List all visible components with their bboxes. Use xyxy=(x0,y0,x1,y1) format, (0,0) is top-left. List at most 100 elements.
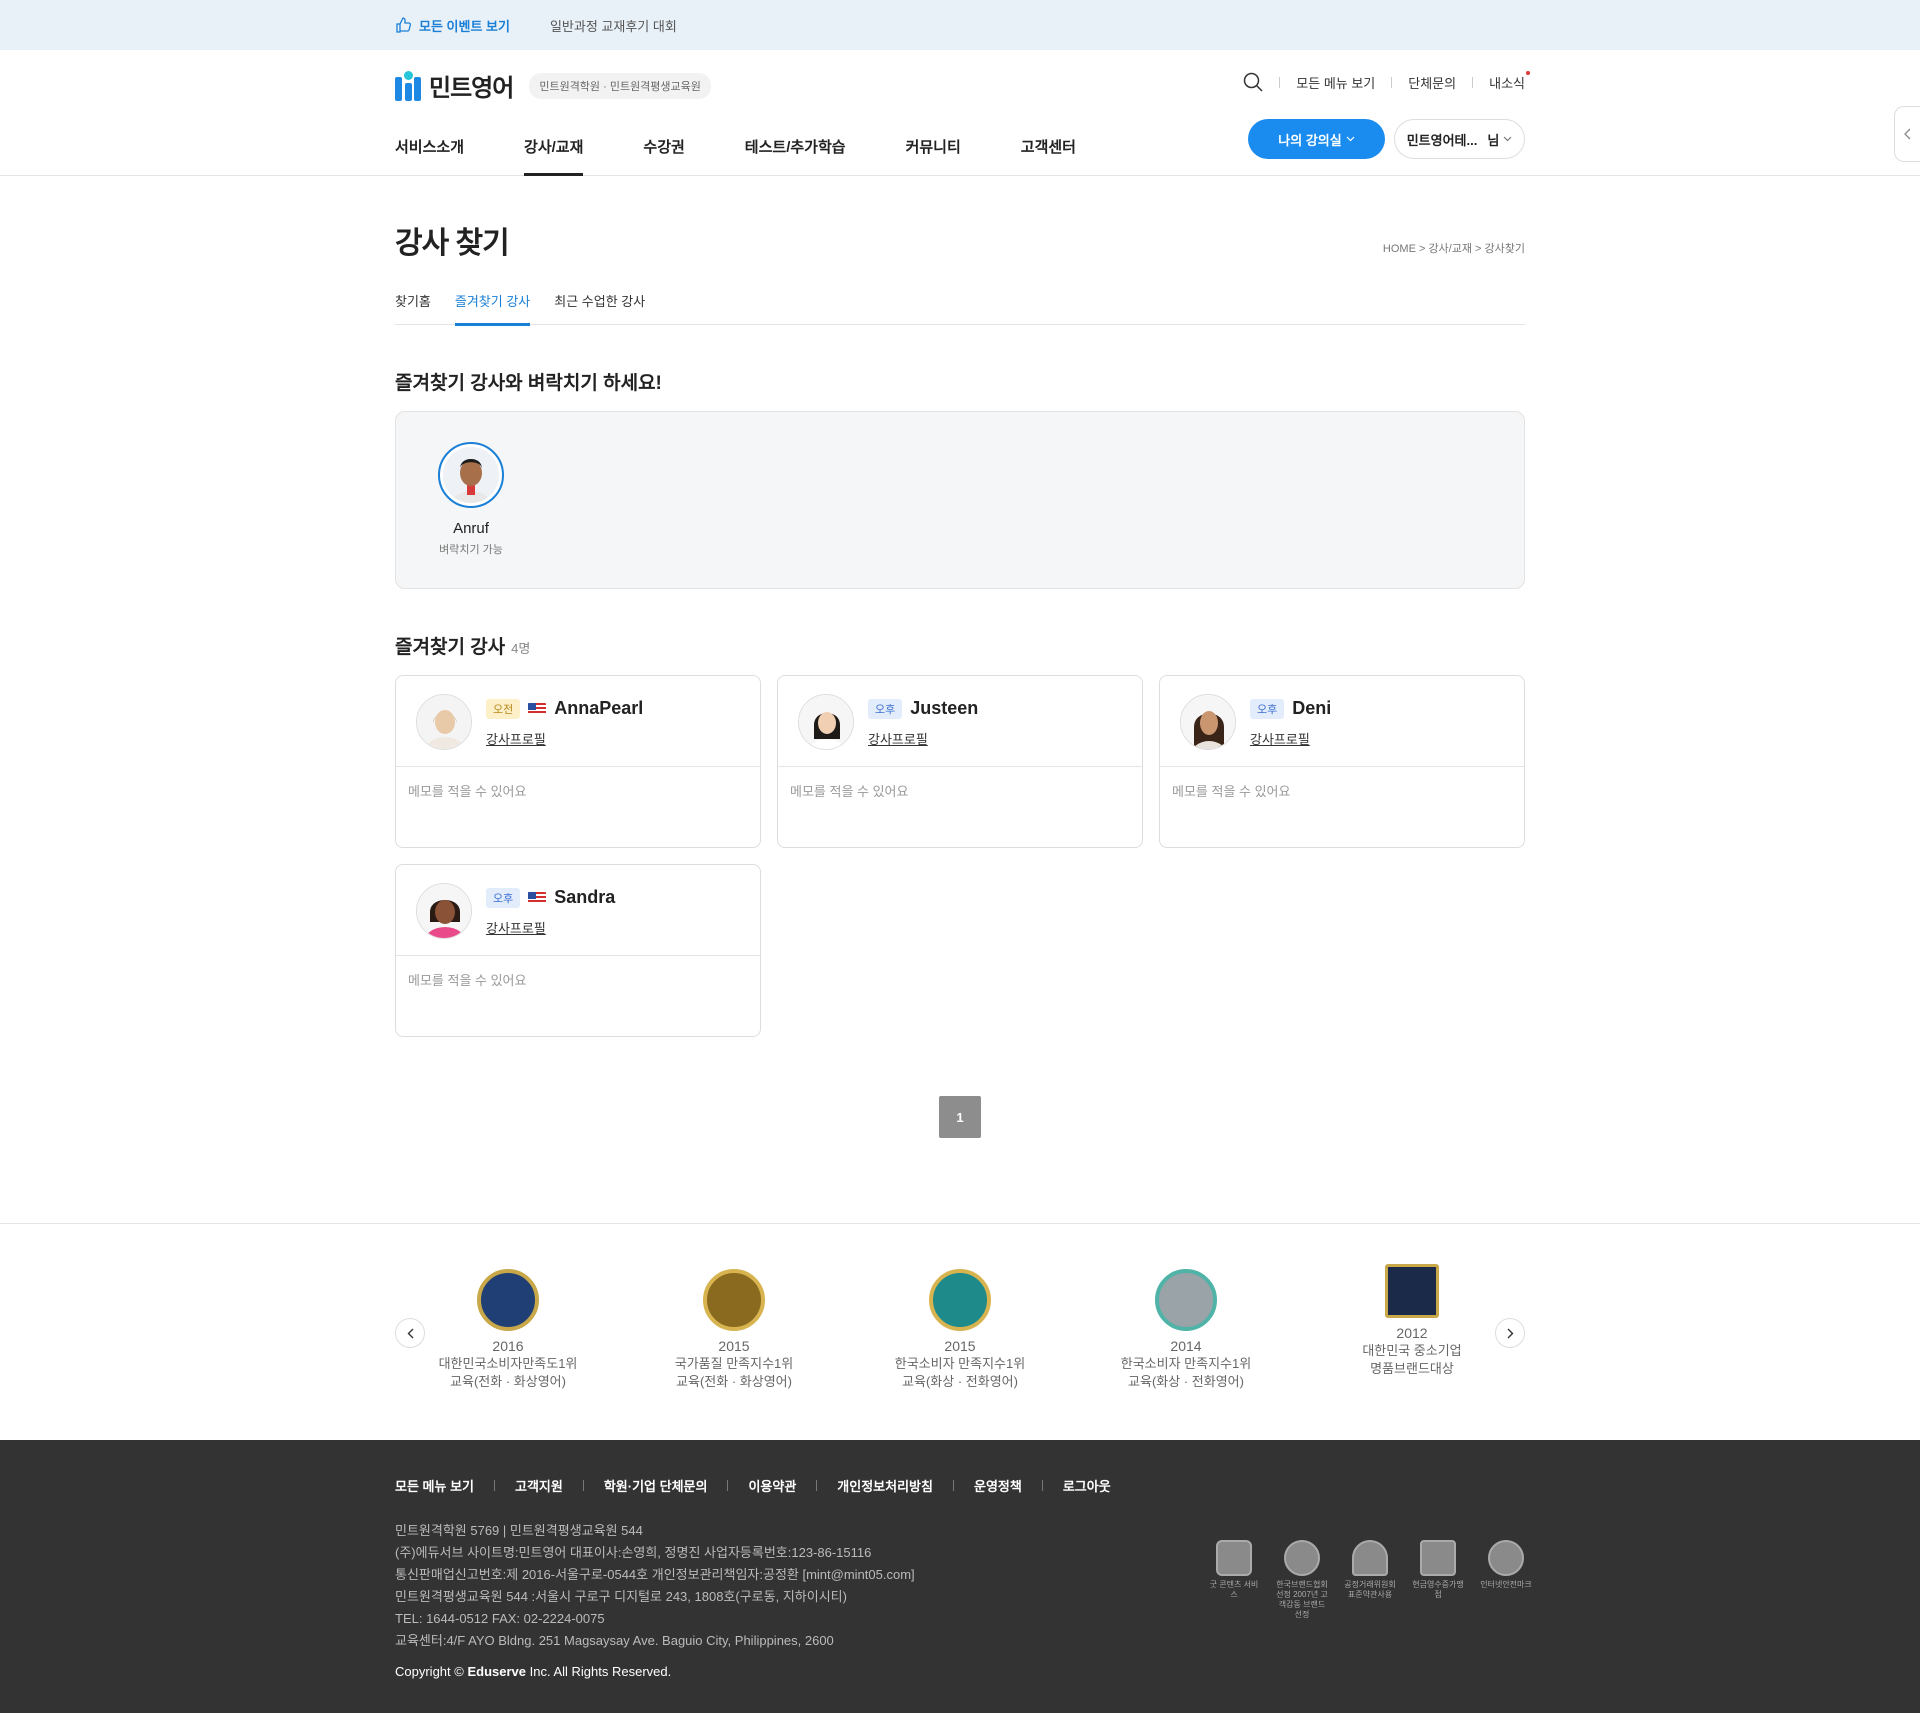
time-badge: 오후 xyxy=(1250,698,1285,719)
cert-brand-icon: 한국브랜드협회선정 2007년 고객감동 브랜드선정 xyxy=(1276,1540,1328,1620)
all-events-link[interactable]: 모든 이벤트 보기 xyxy=(395,16,510,35)
footer-link-policy[interactable]: 운영정책 xyxy=(974,1476,1022,1495)
award-title: 국가품질 만족지수1위 xyxy=(674,1356,794,1371)
carousel-next-button[interactable] xyxy=(1495,1318,1525,1348)
memo-input[interactable]: 메모를 적을 수 있어요 xyxy=(408,781,526,800)
copyright: Copyright © Eduserve Inc. All Rights Res… xyxy=(395,1664,672,1679)
logo-text: 민트영어 xyxy=(429,75,514,102)
nav-test[interactable]: 테스트/추가학습 xyxy=(745,136,846,176)
awards-carousel: 2016 대한민국소비자만족도1위 교육(전화 · 화상영어) 2015 국가품… xyxy=(0,1223,1920,1440)
cert-internet-safety-icon: 인터넷안전마크 xyxy=(1480,1540,1532,1620)
main-nav: 서비스소개 강사/교재 수강권 테스트/추가학습 커뮤니티 고객센터 xyxy=(395,136,1136,176)
top-banner: 모든 이벤트 보기 일반과정 교재후기 대회 xyxy=(0,0,1920,50)
logo-subtitle: 민트원격학원 · 민트원격평생교육원 xyxy=(529,72,711,99)
award-item: 2015 한국소비자 만족지수1위 교육(화상 · 전화영어) xyxy=(875,1269,1045,1391)
teacher-status: 벼락치기 가능 xyxy=(439,544,503,556)
teacher-profile-link[interactable]: 강사프로필 xyxy=(486,918,546,937)
teacher-profile-link[interactable]: 강사프로필 xyxy=(868,729,928,748)
chevron-down-icon xyxy=(1346,136,1355,142)
us-flag-icon xyxy=(528,702,547,715)
footer-link-all-menu[interactable]: 모든 메뉴 보기 xyxy=(395,1476,474,1495)
logo[interactable]: 민트영어 민트원격학원 · 민트원격평생교육원 xyxy=(395,68,711,103)
nav-service[interactable]: 서비스소개 xyxy=(395,136,464,176)
teacher-avatar xyxy=(416,694,472,750)
site-footer: 모든 메뉴 보기 고객지원 학원·기업 단체문의 이용약관 개인정보처리방침 운… xyxy=(0,1440,1920,1713)
footer-link-logout[interactable]: 로그아웃 xyxy=(1063,1476,1111,1495)
teacher-avatar xyxy=(798,694,854,750)
chevron-left-icon xyxy=(407,1328,413,1338)
search-icon[interactable] xyxy=(1243,72,1263,92)
cert-cash-receipt-icon: 현금영수증가맹점 xyxy=(1412,1540,1464,1620)
award-category: 교육(화상 · 전화영어) xyxy=(902,1374,1018,1389)
tab-favorite-teachers[interactable]: 즐겨찾기 강사 xyxy=(454,285,531,326)
breadcrumb: HOME > 강사/교재 > 강사찾기 xyxy=(1382,243,1525,255)
nav-community[interactable]: 커뮤니티 xyxy=(906,136,961,176)
award-year: 2016 xyxy=(492,1338,524,1354)
award-year: 2015 xyxy=(944,1338,976,1354)
teacher-card: 오후 Justeen 강사프로필 메모를 적을 수 있어요 xyxy=(777,675,1143,848)
user-name: 민트영어테... xyxy=(1406,132,1478,148)
cram-teacher-panel: Anruf 벼락치기 가능 xyxy=(395,411,1525,589)
user-menu-button[interactable]: 민트영어테... 님 xyxy=(1394,119,1525,159)
tab-recent-teachers[interactable]: 최근 수업한 강사 xyxy=(554,285,645,325)
info-line: 교육센터:4/F AYO Bldng. 251 Magsaysay Ave. B… xyxy=(395,1633,834,1648)
teacher-avatar xyxy=(416,883,472,939)
award-item: 2016 대한민국소비자만족도1위 교육(전화 · 화상영어) xyxy=(423,1269,593,1391)
footer-link-group[interactable]: 학원·기업 단체문의 xyxy=(604,1476,708,1495)
info-line: (주)에듀서브 사이트명:민트영어 대표이사:손영희, 정명진 사업자등록번호:… xyxy=(395,1545,872,1560)
site-header: 민트영어 민트원격학원 · 민트원격평생교육원 모든 메뉴 보기 단체문의 내소… xyxy=(0,50,1920,176)
user-suffix: 님 xyxy=(1487,132,1500,148)
teacher-profile-link[interactable]: 강사프로필 xyxy=(1250,729,1310,748)
award-year: 2012 xyxy=(1396,1325,1428,1341)
cert-good-content-icon: 굿 콘텐츠 서비스 xyxy=(1208,1540,1260,1620)
memo-input[interactable]: 메모를 적을 수 있어요 xyxy=(408,970,526,989)
group-inquiry-link[interactable]: 단체문의 xyxy=(1408,73,1456,92)
award-year: 2015 xyxy=(718,1338,750,1354)
award-title: 한국소비자 만족지수1위 xyxy=(894,1356,1026,1371)
info-line: TEL: 1644-0512 FAX: 02-2224-0075 xyxy=(395,1611,605,1626)
info-line: 통신판매업신고번호:제 2016-서울구로-0544호 개인정보관리책임자:공정… xyxy=(395,1567,915,1582)
footer-link-privacy[interactable]: 개인정보처리방침 xyxy=(837,1476,933,1495)
chevron-down-icon xyxy=(1503,136,1512,142)
utility-nav: 모든 메뉴 보기 단체문의 내소식 xyxy=(1243,70,1530,92)
contest-link[interactable]: 일반과정 교재후기 대회 xyxy=(550,16,677,35)
memo-input[interactable]: 메모를 적을 수 있어요 xyxy=(1172,781,1290,800)
nav-teachers[interactable]: 강사/교재 xyxy=(524,136,584,176)
memo-input[interactable]: 메모를 적을 수 있어요 xyxy=(790,781,908,800)
favorites-title-text: 즐겨찾기 강사 xyxy=(395,637,506,658)
teacher-name: Anruf xyxy=(453,520,489,537)
award-title: 한국소비자 만족지수1위 xyxy=(1120,1356,1252,1371)
award-item: 2012 대한민국 중소기업 명품브랜드대상 xyxy=(1327,1264,1497,1378)
award-category: 교육(전화 · 화상영어) xyxy=(676,1374,792,1389)
cert-ftc-icon: 공정거래위원회 표준약관사용 xyxy=(1344,1540,1396,1620)
time-badge: 오전 xyxy=(486,698,521,719)
teacher-profile-link[interactable]: 강사프로필 xyxy=(486,729,546,748)
page-number-current[interactable]: 1 xyxy=(939,1096,981,1138)
nav-passes[interactable]: 수강권 xyxy=(643,136,684,176)
teacher-name: Deni xyxy=(1292,698,1332,718)
side-panel-toggle[interactable] xyxy=(1894,106,1920,162)
award-medal-icon xyxy=(1155,1269,1217,1331)
chevron-right-icon xyxy=(1507,1328,1513,1338)
carousel-prev-button[interactable] xyxy=(395,1318,425,1348)
footer-link-support[interactable]: 고객지원 xyxy=(515,1476,563,1495)
award-medal-icon xyxy=(703,1269,765,1331)
teacher-card: 오후 Deni 강사프로필 메모를 적을 수 있어요 xyxy=(1159,675,1525,848)
nav-support[interactable]: 고객센터 xyxy=(1021,136,1076,176)
us-flag-icon xyxy=(528,891,547,904)
chevron-left-icon xyxy=(1904,128,1911,140)
sub-tabs: 찾기홈 즐겨찾기 강사 최근 수업한 강사 xyxy=(395,285,1525,326)
my-lecture-button[interactable]: 나의 강의실 xyxy=(1248,119,1385,159)
certification-badges: 굿 콘텐츠 서비스 한국브랜드협회선정 2007년 고객감동 브랜드선정 공정거… xyxy=(1208,1540,1532,1620)
page-title: 강사 찾기 xyxy=(395,227,510,260)
footer-link-terms[interactable]: 이용약관 xyxy=(748,1476,796,1495)
all-menu-link[interactable]: 모든 메뉴 보기 xyxy=(1296,73,1375,92)
cram-teacher[interactable]: Anruf 벼락치기 가능 xyxy=(432,442,510,557)
all-events-label: 모든 이벤트 보기 xyxy=(419,18,510,34)
teacher-avatar xyxy=(1180,694,1236,750)
tab-find-home[interactable]: 찾기홈 xyxy=(395,285,431,325)
my-news-link[interactable]: 내소식 xyxy=(1489,70,1530,92)
footer-nav: 모든 메뉴 보기 고객지원 학원·기업 단체문의 이용약관 개인정보처리방침 운… xyxy=(395,1476,1111,1495)
company-info: 민트원격학원 5769 | 민트원격평생교육원 544 (주)에듀서브 사이트명… xyxy=(395,1520,915,1652)
award-category: 교육(화상 · 전화영어) xyxy=(1128,1374,1244,1389)
